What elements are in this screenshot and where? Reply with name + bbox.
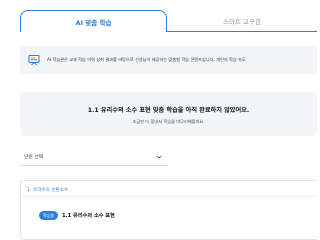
presentation-board-icon [28, 55, 40, 66]
tab-smart-teaching-tools[interactable]: 스마트 교구관 [167, 10, 317, 32]
chevron-down-icon [156, 155, 162, 159]
learning-status-panel: 1.1 유리수의 소수 표현 맞춤 학습을 아직 완료하지 않았어요. 조금만 … [20, 92, 317, 136]
info-notice: AI 학습관은 교과 학습 이력 성취 결과를 바탕으로 선생님이 제공하는 맞… [20, 46, 317, 74]
status-title: 1.1 유리수의 소수 표현 맞춤 학습을 아직 완료하지 않았어요. [87, 107, 250, 114]
notice-text: AI 학습관은 교과 학습 이력 성취 결과를 바탕으로 선생님이 제공하는 맞… [47, 57, 246, 62]
lesson-item[interactable]: 학습중 1.1 유리수의 소수 표현 [39, 211, 115, 220]
unit-select-value: 단원 선택 [24, 155, 44, 160]
tab-ai-learning[interactable]: AI 맞춤 학습 [20, 10, 167, 32]
status-badge: 학습중 [39, 211, 59, 220]
section-title: 1. 유리수의 순환소수 [27, 188, 69, 193]
lesson-title: 1.1 유리수의 소수 표현 [62, 213, 115, 219]
unit-section-card: 1. 유리수의 순환소수 학습중 1.1 유리수의 소수 표현 [20, 180, 317, 240]
section-divider [21, 196, 317, 197]
status-subtitle: 조금만 더 힘내서 학습을 마무리해볼까요. [132, 119, 205, 124]
unit-select-dropdown[interactable]: 단원 선택 [20, 148, 168, 166]
tab-bar: AI 맞춤 학습 스마트 교구관 [20, 10, 317, 32]
